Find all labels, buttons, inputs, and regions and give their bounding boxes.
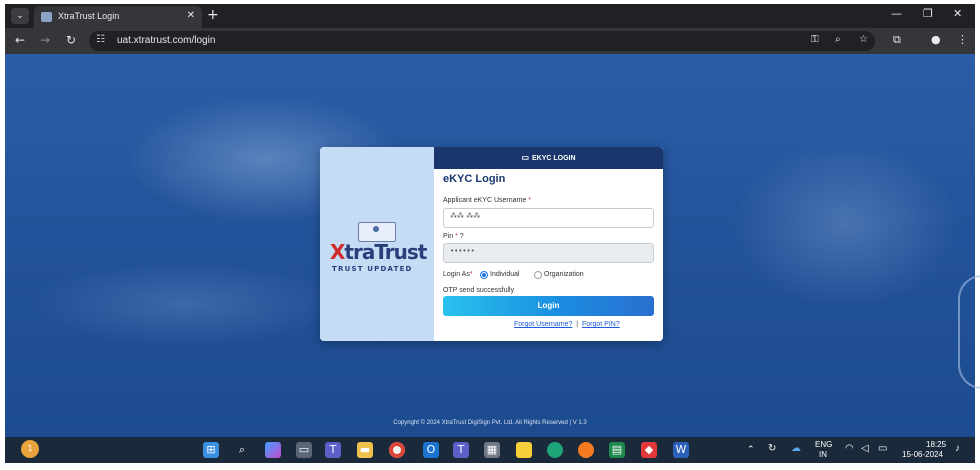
region-indicator[interactable]: IN [819,450,827,459]
word-icon[interactable]: W [673,442,689,458]
tray-overflow-icon[interactable]: ⌃ [747,444,755,455]
address-bar[interactable]: ☷ uat.xtratrust.com/login ⚿ ⌕ ☆ [89,31,875,51]
close-window-button[interactable]: ✕ [953,7,962,20]
tab-search-icon[interactable]: ⌄ [11,8,29,24]
id-card-head [373,226,379,232]
organization-radio[interactable] [534,271,542,279]
puzzle-icon[interactable]: ⧉ [893,33,901,47]
kebab-menu-icon[interactable]: ⋮ [957,33,968,46]
otp-status-message: OTP send successfully [443,287,515,294]
pin-value: •••••• [450,247,475,255]
task-view-icon[interactable]: ▭ [296,442,312,458]
notification-badge[interactable]: 1 [21,440,39,458]
forgot-links: Forgot Username? | Forgot PIN? [514,321,620,328]
reload-button[interactable]: ↻ [66,33,76,47]
login-button[interactable]: Login [443,296,654,316]
login-form: ▭ EKYC LOGIN eKYC Login Applicant eKYC Us… [434,147,663,341]
tab-strip: ⌄ XtraTrust Login ✕ + — ❐ ✕ [5,4,975,28]
key-icon[interactable]: ⚿ [811,34,819,45]
login-card: XtraTrust TRUST UPDATED ▭ EKYC LOGIN eKYC… [320,147,663,341]
link-separator: | [576,321,579,328]
url-text[interactable]: uat.xtratrust.com/login [117,35,215,46]
pin-field[interactable]: •••••• [443,243,654,263]
zoom-icon[interactable]: ⌕ [835,34,841,45]
volume-icon[interactable]: ◁ [861,443,869,454]
notification-bell-icon[interactable]: ♪ [955,443,960,454]
teams-work-icon[interactable]: T [453,442,469,458]
brand-logo: XtraTrust [330,240,427,264]
minimize-button[interactable]: — [891,7,902,20]
sync-icon[interactable]: ↻ [768,443,776,454]
chrome-icon[interactable] [389,442,405,458]
language-indicator[interactable]: ENG [815,440,832,449]
brand-panel: XtraTrust TRUST UPDATED [320,147,434,341]
username-label: Applicant eKYC Username * [443,197,531,204]
clock-date[interactable]: 15-06-2024 [902,450,943,459]
site-info-icon[interactable]: ☷ [96,34,105,45]
new-tab-button[interactable]: + [207,7,219,23]
star-icon[interactable]: ☆ [859,34,868,45]
excel-icon[interactable]: ▤ [609,442,625,458]
forward-button[interactable]: → [40,33,50,47]
form-title: eKYC Login [443,173,506,185]
browser-toolbar: ← → ↻ ☷ uat.xtratrust.com/login ⚿ ⌕ ☆ ⧉ … [5,28,975,54]
tab-xtratrust-login[interactable]: XtraTrust Login ✕ [34,6,202,28]
back-button[interactable]: ← [15,33,25,47]
browser-window: ⌄ XtraTrust Login ✕ + — ❐ ✕ ← → ↻ ☷ uat.… [5,4,975,463]
onedrive-icon[interactable]: ☁ [791,443,801,454]
calculator-icon[interactable]: ▦ [484,442,500,458]
id-card-icon [358,222,396,242]
organization-label[interactable]: Organization [544,271,584,278]
search-icon[interactable]: ⌕ [234,442,250,458]
wifi-icon[interactable]: ◠ [845,443,854,454]
tab-close-icon[interactable]: ✕ [187,10,195,21]
page-viewport: XtraTrust TRUST UPDATED ▭ EKYC LOGIN eKYC… [5,54,975,437]
sticky-notes-icon[interactable] [516,442,532,458]
start-icon[interactable]: ⊞ [203,442,219,458]
teams-icon[interactable]: T [325,442,341,458]
outlook-icon[interactable]: O [423,442,439,458]
login-as-label: Login As* [443,271,473,278]
profile-icon[interactable]: ● [931,33,941,46]
clock-time[interactable]: 18:25 [926,440,946,449]
battery-icon[interactable]: ▭ [878,443,887,454]
help-icon[interactable]: ? [460,233,464,240]
firefox-icon[interactable] [578,442,594,458]
username-value: ⁂⁂ ⁂⁂ [450,212,481,220]
monitor-icon: ▭ [521,153,529,162]
forgot-username-link[interactable]: Forgot Username? [514,321,572,328]
favicon-icon [41,12,52,22]
copilot-icon[interactable] [265,442,281,458]
explorer-icon[interactable]: ▬ [357,442,373,458]
windows-taskbar: 1 ⊞ ⌕ ▭ T ▬ O T ▦ ▤ ◆ W ⌃ ↻ ☁ ENG IN ◠ ◁… [5,437,975,463]
username-field[interactable]: ⁂⁂ ⁂⁂ [443,208,654,228]
restore-button[interactable]: ❐ [923,7,933,20]
edge-icon[interactable] [547,442,563,458]
anydesk-icon[interactable]: ◆ [641,442,657,458]
forgot-pin-link[interactable]: Forgot PIN? [582,321,620,328]
individual-radio[interactable] [480,271,488,279]
tab-title: XtraTrust Login [58,11,120,21]
pin-label: Pin * ? [443,233,464,240]
card-header: ▭ EKYC LOGIN [434,147,663,169]
brand-tagline: TRUST UPDATED [332,265,413,273]
individual-label[interactable]: Individual [490,271,520,278]
background-decoration [958,275,980,389]
copyright-text: Copyright © 2024 XtraTrust DigiSign Pvt.… [393,420,587,426]
